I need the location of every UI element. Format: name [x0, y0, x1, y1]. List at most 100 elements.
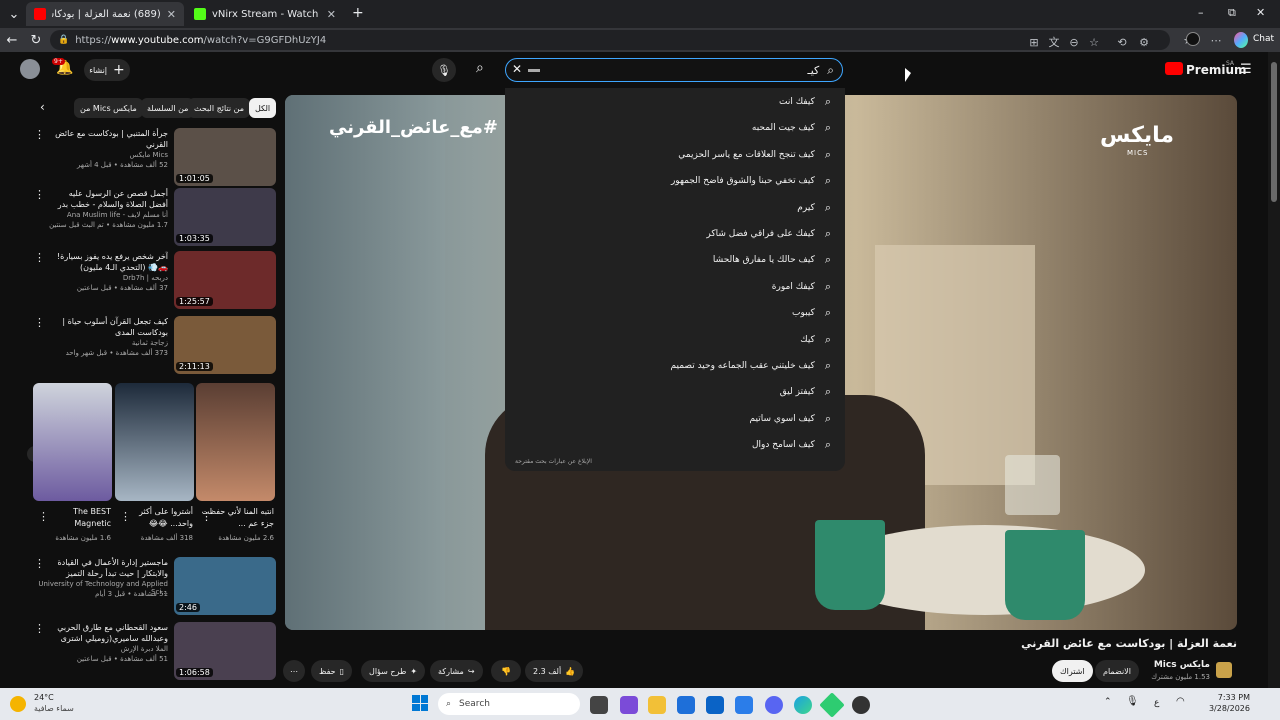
chips-prev-icon[interactable]: ‹ — [40, 100, 45, 114]
short-more-icon[interactable]: ⋮ — [120, 510, 131, 523]
search-suggestion[interactable]: ⌕ كيبوب — [792, 305, 831, 321]
reload-icon[interactable]: ↻ — [24, 28, 48, 52]
related-video[interactable]: 1:25:57 آخر شخص يرفع يده يفوز بسيارة! 🚗💨 … — [34, 251, 276, 309]
more-options-icon[interactable]: ⋮ — [34, 188, 45, 201]
clock-date[interactable]: 3/28/2026 — [1190, 704, 1250, 713]
apps-icon[interactable]: ⊞ — [1026, 34, 1042, 50]
video-channel[interactable]: مايكس Mics — [38, 151, 168, 159]
search-button-icon[interactable]: ⌕ — [476, 60, 484, 76]
search-suggestion[interactable]: ⌕ كيرم — [797, 200, 831, 216]
mic-icon[interactable]: 🎙 — [1126, 696, 1139, 707]
close-tab-icon[interactable]: ✕ — [167, 8, 176, 21]
video-thumbnail[interactable]: 2:11:13 — [174, 316, 276, 374]
file-explorer-icon[interactable] — [648, 696, 666, 714]
video-thumbnail[interactable]: 2:46 — [174, 557, 276, 615]
store-app-icon[interactable] — [620, 696, 638, 714]
weather-temp[interactable]: 24°C — [34, 693, 54, 702]
new-tab-button[interactable]: + — [352, 5, 364, 21]
report-suggestions-link[interactable]: الإبلاغ عن عبارات بحث مقترحة — [515, 458, 592, 465]
video-channel[interactable]: زجاجة ثمانية — [38, 339, 168, 347]
extensions-icon[interactable]: ⚙ — [1136, 34, 1152, 50]
short-thumbnail[interactable] — [33, 383, 112, 501]
search-suggestion[interactable]: ⌕ كيفتز ليق — [780, 384, 831, 400]
video-title[interactable]: أجمل قصص عن الرسول عليه أفضل الصلاة والس… — [48, 188, 168, 210]
search-suggestion[interactable]: ⌕ كيف خليتني عقب الجماعه وحيد تصميم — [670, 358, 831, 374]
video-title[interactable]: ماجستير إدارة الأعمال في القيادة والابتك… — [48, 557, 168, 579]
video-channel[interactable]: الملا دبرة الإرش — [38, 645, 168, 653]
url-field[interactable]: 🔒 https://www.youtube.com/watch?v=G9GFDh… — [50, 30, 1170, 50]
scrollbar-thumb[interactable] — [1271, 62, 1277, 202]
channel-name[interactable]: Mics مايكس — [1140, 660, 1210, 670]
join-button[interactable]: الانضمام — [1095, 660, 1139, 682]
close-window-button[interactable]: ✕ — [1256, 6, 1265, 19]
favorite-icon[interactable]: ☆ — [1086, 34, 1102, 50]
video-channel[interactable]: Ana Muslim life - أنا مسلم لايف — [38, 211, 168, 219]
video-channel[interactable]: Drb7h | دربحه — [38, 274, 168, 282]
close-tab-icon[interactable]: ✕ — [327, 8, 336, 21]
account-avatar[interactable] — [20, 59, 40, 79]
tab-kick[interactable]: vNirx Stream - Watch Live on Kick ✕ — [186, 2, 344, 26]
video-title[interactable]: آخر شخص يرفع يده يفوز بسيارة! 🚗💨 (التحدي… — [48, 251, 168, 273]
more-options-icon[interactable]: ⋮ — [34, 251, 45, 264]
weather-desc[interactable]: سماء صافية — [34, 704, 74, 713]
app-icon[interactable] — [735, 696, 753, 714]
video-thumbnail[interactable]: 1:03:35 — [174, 188, 276, 246]
restore-button[interactable]: ⧉ — [1228, 6, 1236, 20]
related-video[interactable]: 1:01:05 جرأة المتنبي | بودكاست مع عائض ال… — [34, 128, 276, 186]
discord-icon[interactable] — [765, 696, 783, 714]
search-suggestion[interactable]: ⌕ كيفك على فراقي فضل شاكر — [706, 226, 831, 242]
related-video[interactable]: 1:06:58 سعود القحطاني مع طارق الحربي وعبد… — [34, 622, 276, 680]
youtube-logo-text[interactable]: Premium — [1186, 63, 1247, 77]
video-title[interactable]: جرأة المتنبي | بودكاست مع عائض القرني — [48, 128, 168, 150]
more-options-icon[interactable]: ⋮ — [34, 622, 45, 635]
related-video[interactable]: 2:46 ماجستير إدارة الأعمال في القيادة وال… — [34, 557, 276, 615]
back-icon[interactable]: ← — [0, 28, 24, 52]
input-language[interactable]: ع — [1154, 698, 1159, 708]
taskbar-search[interactable]: ⌕ Search — [438, 693, 580, 715]
search-suggestion[interactable]: ⌕ كيف جيت المحبه — [752, 120, 831, 136]
related-video[interactable]: 2:11:13 كيف تجعل القرآن أسلوب حياة | بودك… — [34, 316, 276, 374]
profile-avatar[interactable] — [1186, 32, 1200, 46]
search-suggestion[interactable]: ⌕ كيفك انت — [779, 94, 831, 110]
chip-from-channel[interactable]: من Mics مايكس — [74, 98, 143, 118]
ask-button[interactable]: طرح سؤال ✦ — [361, 660, 426, 682]
tab-youtube[interactable]: (689) نعمة العزلة | بودكاست مع عا... ✕ — [26, 2, 184, 26]
save-button[interactable]: حفظ ▯ — [311, 660, 352, 682]
channel-avatar[interactable] — [1216, 662, 1232, 678]
copilot-icon[interactable] — [1234, 32, 1248, 48]
tab-list-icon[interactable]: ⌄ — [2, 2, 26, 26]
chat-label[interactable]: Chat — [1253, 34, 1274, 44]
search-suggestion[interactable]: ⌕ كيف تخفي حبنا والشوق فاضح الجمهور — [671, 173, 831, 189]
chip-from-search[interactable]: من نتائج البحث — [188, 98, 251, 118]
youtube-logo-icon[interactable] — [1165, 62, 1183, 75]
tray-chevron-icon[interactable]: ⌃ — [1104, 697, 1112, 707]
search-input[interactable]: ✕ كيـ ⌕ — [505, 58, 843, 82]
app-icon[interactable] — [852, 696, 870, 714]
wifi-icon[interactable]: ◠ — [1176, 696, 1185, 707]
more-actions-button[interactable]: ⋯ — [283, 660, 305, 682]
voice-search-icon[interactable]: 🎙 — [432, 58, 456, 82]
search-suggestion[interactable]: ⌕ كيف حالك يا مفارق هالحشا — [713, 252, 831, 268]
zoom-icon[interactable]: ⊖ — [1066, 34, 1082, 50]
refresh-ext-icon[interactable]: ⟲ — [1114, 34, 1130, 50]
search-suggestion[interactable]: ⌕ كيف تنجح العلاقات مع ياسر الحزيمي — [678, 147, 831, 163]
clear-search-icon[interactable]: ✕ — [512, 62, 522, 76]
chip-from-series[interactable]: من السلسلة — [141, 98, 195, 118]
short-thumbnail[interactable] — [196, 383, 275, 501]
like-button[interactable]: 2.3 ألف 👍 — [525, 660, 584, 682]
video-thumbnail[interactable]: 1:01:05 — [174, 128, 276, 186]
more-options-icon[interactable]: ⋮ — [34, 557, 45, 570]
share-button[interactable]: مشاركة ↪ — [430, 660, 483, 682]
search-suggestion[interactable]: ⌕ كيف اسامح دوال — [752, 437, 831, 453]
video-thumbnail[interactable]: 1:25:57 — [174, 251, 276, 309]
clock-time[interactable]: 7:33 PM — [1190, 693, 1250, 702]
create-button[interactable]: إنشاء + — [84, 59, 130, 81]
more-options-icon[interactable]: ⋮ — [34, 316, 45, 329]
page-scrollbar[interactable] — [1268, 52, 1280, 688]
app-icon[interactable] — [677, 696, 695, 714]
search-suggestion[interactable]: ⌕ كيف اسوي ساتيم — [750, 411, 831, 427]
menu-hamburger-icon[interactable]: ☰ — [1240, 62, 1252, 77]
search-suggestion[interactable]: ⌕ كيك — [800, 332, 831, 348]
dislike-button[interactable]: 👎 — [491, 660, 521, 682]
more-options-icon[interactable]: ⋮ — [34, 128, 45, 141]
